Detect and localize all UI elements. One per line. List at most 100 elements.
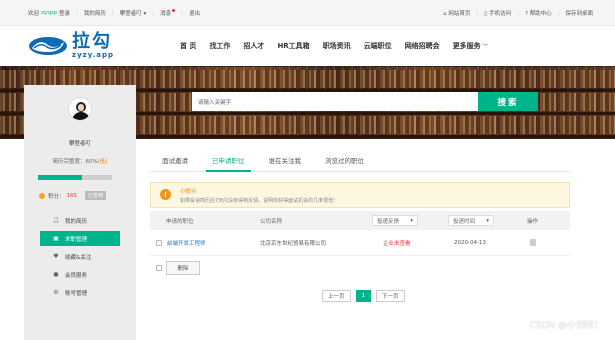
notification-dot [172,8,176,12]
company-name: 北京京东世纪贸易有限公司 [260,240,327,247]
row-checkbox[interactable] [156,239,162,246]
sidebar-item-account[interactable]: ⚙ 账号管理 [40,285,120,300]
nav-item-more[interactable]: 更多服务 ﹀ [453,41,488,51]
main-content: 面试邀请 已申请职位 谁在关注我 浏览过的职位 ! 小提示 如果投递简历后7天内… [150,146,570,278]
top-bar: 欢迎 zyspp 登录 | 我的简历 | 攀登者叮 ▾ | 消息 | 退出 ⌂ … [0,0,615,26]
home-icon: ⌂ [443,10,447,17]
resume-level: (低) [97,159,108,165]
tab-interview-invites[interactable]: 面试邀请 [150,146,200,171]
user-icon: 👤︎ [52,217,60,224]
table-row: 前端开发工程师 北京京东世纪贸易有限公司 企业未查看 2020-04-13 [150,230,570,256]
help-link[interactable]: ? 帮助中心 [525,9,552,17]
username-link[interactable]: zyspp [41,10,57,16]
col-job: 申请的职位 [166,218,194,225]
my-resume-link[interactable]: 我的简历 [84,9,106,17]
logo-cn-text: 拉勾 [72,31,112,52]
sidebar-item-favorites[interactable]: ♥ 收藏&关注 [40,249,120,264]
nav-item-hr-tools[interactable]: HR工具箱 [277,41,309,51]
gear-icon: ⚙ [53,289,59,296]
sidebar-username: 攀登者叮 [68,141,91,147]
delete-button[interactable]: 删除 [166,261,200,275]
sidebar-item-membership[interactable]: ● 会员服务 [40,267,120,282]
login-link[interactable]: 登录 [59,9,70,17]
save-desktop-link[interactable]: 保存到桌面 [565,9,593,17]
col-feedback[interactable]: 投递反馈 ▾ [372,211,418,230]
member-icon: ● [53,271,59,278]
mobile-link[interactable]: ▯ 手机访问 [484,9,511,17]
watermark: CSDN @小刘哎！ [529,321,603,331]
page-1-button[interactable]: 1 [355,290,372,302]
nav-item-home[interactable]: 首 页 [180,41,196,51]
resume-progress-fill [38,175,83,180]
apply-date: 2020-04-13 [454,239,486,246]
avatar[interactable] [68,97,92,121]
divider: | [152,9,155,16]
prev-page-button[interactable]: 上一页 [322,290,351,302]
date-select[interactable]: 投递时间 ▾ [448,215,494,226]
col-company: 公司名称 [260,218,283,225]
tip-text: 如果投递简历后7天内没有得到反馈，说明你获得面试机会的几率很低！ [180,198,339,204]
col-actions: 操作 [527,218,539,225]
sidebar-item-my-resume[interactable]: 👤︎ 我的简历 [40,213,120,228]
search-bar: 请输入关键字 搜索 [192,92,538,111]
feedback-status: 企业未查看 [383,240,411,247]
divider: | [476,9,479,16]
nav-item-news[interactable]: 职场资讯 [323,41,351,51]
user-sidebar: 攀登者叮 简历完整度：60%(低) 积分： 165 已签到 👤︎ 我的简历 ▣ 求职管… [24,85,136,340]
table-header: 申请的职位 公司名称 投递反馈 ▾ 投递时间 ▾ 操作 [150,211,570,230]
chevron-down-icon: ▾ [143,10,147,17]
phone-icon: ▯ [484,10,488,17]
tab-who-follows-me[interactable]: 谁在关注我 [257,146,314,171]
heart-icon: ♥ [53,253,59,260]
briefcase-icon: ▣ [53,235,59,242]
feedback-select[interactable]: 投递反馈 ▾ [372,215,418,226]
chevron-down-icon: ▾ [410,217,413,224]
top-bar-left: 欢迎 zyspp 登录 | 我的简历 | 攀登者叮 ▾ | 消息 | 退出 [28,8,200,17]
nav-item-find-job[interactable]: 找工作 [209,41,230,51]
home-link[interactable]: ⌂ 网站首页 [443,9,470,17]
welcome-text: 欢迎 [28,10,40,17]
wave-logo-icon [29,37,67,55]
divider: | [181,9,184,16]
coin-icon [39,192,45,199]
sidebar-menu: 👤︎ 我的简历 ▣ 求职管理 ♥ 收藏&关注 ● 会员服务 ⚙ 账号管理 [40,213,120,303]
divider: | [557,9,560,16]
pagination: 上一页 1 下一页 [322,290,405,302]
trash-icon[interactable] [530,239,536,246]
tip-box: ! 小提示 如果投递简历后7天内没有得到反馈，说明你获得面试机会的几率很低！ [150,182,570,208]
messages-link[interactable]: 消息 [160,8,176,17]
logout-link[interactable]: 退出 [189,9,200,17]
sidebar-item-job-management[interactable]: ▣ 求职管理 [40,231,120,246]
points-row: 积分： 165 已签到 [39,191,107,200]
nav-item-cloud-jobs[interactable]: 云端职位 [364,41,392,51]
search-button[interactable]: 搜索 [478,92,538,111]
logo[interactable]: 拉勾 zyzy.app [28,33,180,59]
warning-icon: ! [160,189,171,200]
divider: | [517,9,519,16]
user-menu-link[interactable]: 攀登者叮 ▾ [120,9,147,17]
select-all-checkbox[interactable] [156,265,162,271]
tab-viewed-jobs[interactable]: 浏览过的职位 [313,146,376,171]
signed-badge[interactable]: 已签到 [85,191,107,200]
points-value: 165 [66,192,78,199]
job-link[interactable]: 前端开发工程师 [167,230,206,255]
main-nav: 首 页 找工作 招人才 HR工具箱 职场资讯 云端职位 网络招聘会 更多服务 ﹀ [180,41,488,51]
nav-item-recruit[interactable]: 招人才 [243,41,264,51]
col-date[interactable]: 投递时间 ▾ [448,211,494,230]
tab-bar: 面试邀请 已申请职位 谁在关注我 浏览过的职位 [150,146,570,172]
logo-en-text: zyzy.app [72,51,115,59]
tab-applied-jobs[interactable]: 已申请职位 [200,146,257,172]
search-input[interactable]: 请输入关键字 [192,92,478,111]
resume-progress-bar [38,175,112,180]
help-icon: ? [524,10,528,17]
next-page-button[interactable]: 下一页 [376,290,405,302]
divider: | [111,9,114,16]
chevron-down-icon: ﹀ [482,44,488,50]
nav-item-job-fair[interactable]: 网络招聘会 [405,41,440,51]
divider: | [76,9,78,16]
site-header: 拉勾 zyzy.app 首 页 找工作 招人才 HR工具箱 职场资讯 云端职位 … [0,26,615,66]
resume-completeness: 简历完整度：60%(低) [52,159,108,165]
top-bar-right: ⌂ 网站首页 | ▯ 手机访问 | ? 帮助中心 | 保存到桌面 [443,9,593,17]
tip-title: 小提示 [180,189,197,195]
chevron-down-icon: ▾ [486,217,489,224]
